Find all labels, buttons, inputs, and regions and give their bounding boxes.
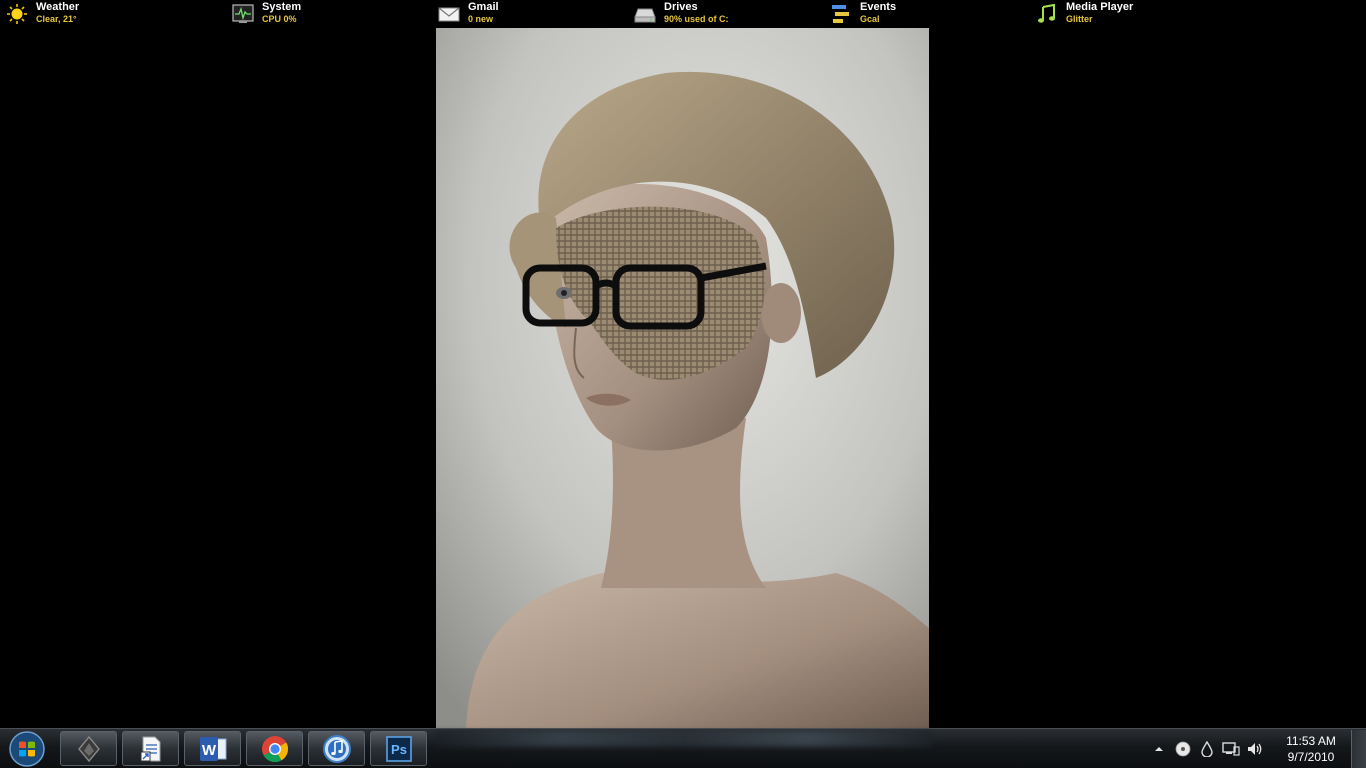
word-icon-letter: W xyxy=(201,742,216,759)
taskbar-button-itunes[interactable] xyxy=(308,731,365,766)
wallpaper-portrait-photo xyxy=(436,28,929,728)
weather-widget[interactable]: Weather Clear, 21° xyxy=(6,0,79,28)
calendar-events-icon xyxy=(830,3,852,25)
start-button[interactable] xyxy=(3,730,51,768)
show-desktop-button[interactable] xyxy=(1351,730,1366,768)
tray-droplet-button[interactable] xyxy=(1198,740,1216,758)
network-icon xyxy=(1222,742,1240,756)
chrome-icon xyxy=(261,735,288,762)
document-shortcut-icon xyxy=(140,736,160,761)
events-widget[interactable]: Events Gcal xyxy=(830,0,896,28)
photoshop-icon: Ps xyxy=(385,735,412,762)
itunes-icon xyxy=(322,734,351,763)
tray-network-button[interactable] xyxy=(1222,740,1240,758)
clock-time: 11:53 AM xyxy=(1286,734,1336,748)
music-note-icon xyxy=(1036,3,1058,25)
tray-volume-button[interactable] xyxy=(1246,740,1264,758)
taskbar-button-photoshop[interactable]: Ps xyxy=(370,731,427,766)
taskbar: W Ps 11:53 AM 9/7/2010 xyxy=(0,728,1366,768)
now-playing: Glitter xyxy=(1066,14,1093,24)
sun-icon xyxy=(6,3,28,25)
taskbar-button-word[interactable]: W xyxy=(184,731,241,766)
gmail-title: Gmail xyxy=(468,1,499,13)
taskbar-button-document[interactable] xyxy=(122,731,179,766)
media-player-widget[interactable]: Media Player Glitter xyxy=(1036,0,1133,28)
cpu-usage: CPU 0% xyxy=(262,14,297,24)
system-title: System xyxy=(262,1,302,13)
clock-date: 9/7/2010 xyxy=(1287,750,1335,764)
speaker-icon xyxy=(1248,743,1262,755)
system-widget[interactable]: System CPU 0% xyxy=(232,0,301,28)
events-title: Events xyxy=(860,1,897,13)
droplet-icon xyxy=(1201,741,1213,757)
windows-orb-icon xyxy=(9,731,45,767)
desktop: Weather Clear, 21° System CPU 0% Gmail 0… xyxy=(0,0,1366,768)
clock[interactable]: 11:53 AM 9/7/2010 xyxy=(1275,733,1347,765)
show-hidden-icons-button[interactable] xyxy=(1150,740,1168,758)
media-player-title: Media Player xyxy=(1066,1,1134,13)
gmail-widget[interactable]: Gmail 0 new xyxy=(438,0,499,28)
events-source: Gcal xyxy=(860,14,880,24)
drives-widget[interactable]: Drives 90% used of C: xyxy=(634,0,729,28)
gmail-count: 0 new xyxy=(468,14,494,24)
mail-icon xyxy=(438,3,460,25)
drives-title: Drives xyxy=(664,1,698,13)
rocket-launcher-icon xyxy=(77,735,100,762)
photoshop-icon-letters: Ps xyxy=(391,742,407,757)
taskbar-button-chrome[interactable] xyxy=(246,731,303,766)
chevron-up-icon xyxy=(1155,747,1163,751)
system-monitor-icon xyxy=(232,3,254,25)
taskbar-button-rocketdock[interactable] xyxy=(60,731,117,766)
disc-icon xyxy=(1175,741,1191,757)
taskbar-wallpaper-reflection xyxy=(436,731,932,747)
weather-status: Clear, 21° xyxy=(36,14,77,24)
tray-disc-button[interactable] xyxy=(1174,740,1192,758)
weather-title: Weather xyxy=(36,1,80,13)
drive-usage: 90% used of C: xyxy=(664,14,729,24)
drive-icon xyxy=(634,3,656,25)
word-icon: W xyxy=(199,736,226,761)
system-tray: 11:53 AM 9/7/2010 xyxy=(1147,729,1366,768)
